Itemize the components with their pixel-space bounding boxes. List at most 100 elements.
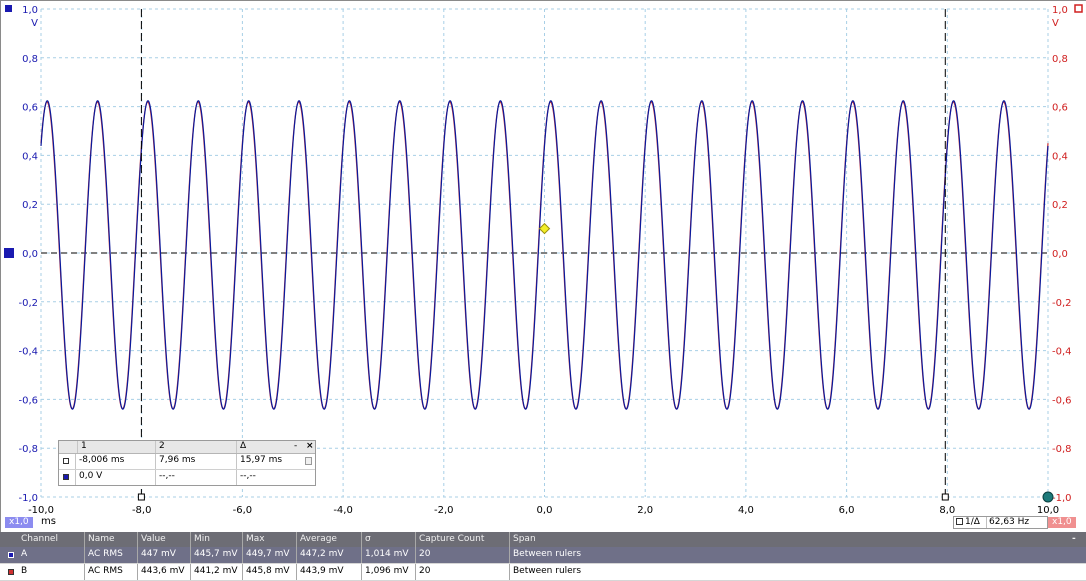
row-b-name: AC RMS bbox=[84, 564, 137, 580]
row-b-channel: B bbox=[21, 566, 28, 576]
right-y-tick-label: -0,2 bbox=[1052, 298, 1072, 309]
x-axis-labels: -10,0 -8,0 -6,0 -4,0 -2,0 0,0 2,0 4,0 6,0 8,0 10,0 bbox=[28, 505, 1059, 516]
ruler-2-volt: --,-- bbox=[155, 470, 236, 485]
freq-value: 62,63 Hz bbox=[986, 517, 1046, 528]
right-y-tick-label: 0,2 bbox=[1052, 200, 1068, 211]
col-min[interactable]: Min bbox=[190, 532, 242, 547]
row-b-capture-count: 20 bbox=[415, 564, 509, 580]
row-a-channel: A bbox=[21, 549, 28, 559]
time-ruler-handle-1[interactable] bbox=[137, 493, 145, 501]
ruler-col-2: 2 bbox=[155, 441, 236, 453]
freq-label: 1/Δ bbox=[956, 517, 980, 528]
row-b-average: 443,9 mV bbox=[296, 564, 361, 580]
left-y-tick-label: -0,6 bbox=[18, 395, 38, 406]
col-value[interactable]: Value bbox=[137, 532, 190, 547]
channel-a-offset-marker-icon bbox=[4, 248, 14, 258]
left-axis-labels: 1,0 0,8 0,6 0,4 0,2 0,0 -0,2 -0,4 -0,6 -0,8 -1,0 V bbox=[18, 5, 38, 504]
freq-label-text: 1/Δ bbox=[965, 517, 980, 527]
col-sigma[interactable]: σ bbox=[361, 532, 415, 547]
col-span[interactable]: Span bbox=[509, 532, 1069, 547]
time-ruler-handle-2[interactable] bbox=[941, 493, 949, 501]
left-y-tick-label: 0,8 bbox=[22, 54, 38, 65]
x-tick-label: -4,0 bbox=[333, 505, 353, 516]
col-capture-count[interactable]: Capture Count bbox=[415, 532, 509, 547]
left-y-tick-label: 0,0 bbox=[22, 249, 38, 260]
row-a-name: AC RMS bbox=[84, 547, 137, 563]
channel-b-zoom-chip[interactable]: x1,0 bbox=[1048, 517, 1076, 528]
channel-b-square-icon bbox=[1074, 4, 1083, 13]
col-name[interactable]: Name bbox=[84, 532, 137, 547]
trigger-marker-icon bbox=[538, 222, 551, 235]
right-y-tick-label: 0,8 bbox=[1052, 54, 1068, 65]
ruler-delta-volt: --,-- bbox=[236, 470, 315, 485]
waveform-channel-a bbox=[40, 100, 1049, 410]
row-b-min: 441,2 mV bbox=[190, 564, 242, 580]
x-tick-label: -8,0 bbox=[132, 505, 152, 516]
col-average[interactable]: Average bbox=[296, 532, 361, 547]
table-row[interactable]: A AC RMS 447 mV 445,7 mV 449,7 mV 447,2 … bbox=[0, 547, 1086, 564]
x-tick-label: -6,0 bbox=[233, 505, 253, 516]
row-a-span: Between rulers bbox=[509, 547, 1086, 563]
x-tick-label: -10,0 bbox=[28, 505, 54, 516]
left-y-tick-label: 1,0 bbox=[22, 5, 38, 16]
zoom-origin-handle-icon[interactable] bbox=[1042, 491, 1054, 503]
col-channel[interactable]: Channel bbox=[0, 532, 84, 547]
left-y-tick-label: 0,6 bbox=[22, 103, 38, 114]
x-tick-label: 2,0 bbox=[637, 505, 653, 516]
ruler-volt-row: 0,0 V --,-- --,-- bbox=[59, 470, 315, 485]
collapse-table-button[interactable]: - bbox=[1069, 532, 1086, 547]
row-a-average: 447,2 mV bbox=[296, 547, 361, 563]
right-axis-unit: V bbox=[1052, 18, 1059, 29]
right-y-tick-label: -0,6 bbox=[1052, 395, 1072, 406]
row-b-sigma: 1,096 mV bbox=[361, 564, 415, 580]
waveforms bbox=[40, 100, 1049, 410]
table-row[interactable]: B AC RMS 443,6 mV 441,2 mV 445,8 mV 443,… bbox=[0, 564, 1086, 581]
left-y-tick-label: 0,4 bbox=[22, 151, 38, 162]
x-tick-label: 4,0 bbox=[738, 505, 754, 516]
row-a-sigma: 1,014 mV bbox=[361, 547, 415, 563]
ruler-time-row: -8,006 ms 7,96 ms 15,97 ms bbox=[59, 454, 315, 470]
row-b-value: 443,6 mV bbox=[137, 564, 190, 580]
lock-icon[interactable] bbox=[305, 457, 312, 465]
row-b-max: 445,8 mV bbox=[242, 564, 296, 580]
channel-a-square-icon bbox=[5, 5, 12, 12]
channel-a-zoom-chip[interactable]: x1,0 bbox=[5, 517, 33, 528]
ruler-col-delta: Δ bbox=[236, 441, 291, 453]
ruler-legend-header: 1 2 Δ - × bbox=[59, 441, 315, 454]
x-tick-label: -2,0 bbox=[434, 505, 454, 516]
row-a-min: 445,7 mV bbox=[190, 547, 242, 563]
channel-a-square-icon bbox=[63, 474, 69, 480]
row-a-max: 449,7 mV bbox=[242, 547, 296, 563]
ruler-delta-time: 15,97 ms bbox=[236, 454, 315, 469]
right-y-tick-label: 0,4 bbox=[1052, 151, 1068, 162]
left-axis-unit: V bbox=[31, 18, 38, 29]
x-axis-unit: ms bbox=[41, 516, 56, 527]
ruler-1-time: -8,006 ms bbox=[75, 454, 155, 469]
left-y-tick-label: -0,8 bbox=[18, 444, 38, 455]
right-y-tick-label: -1,0 bbox=[1052, 493, 1072, 504]
ruler-1-volt: 0,0 V bbox=[75, 470, 155, 485]
x-tick-label: 0,0 bbox=[537, 505, 553, 516]
measurements-header-row: Channel Name Value Min Max Average σ Cap… bbox=[0, 532, 1086, 547]
right-y-tick-label: -0,4 bbox=[1052, 347, 1072, 358]
right-y-tick-label: 1,0 bbox=[1052, 5, 1068, 16]
left-y-tick-label: -0,4 bbox=[18, 347, 38, 358]
ruler-frequency-box: 1/Δ 62,63 Hz bbox=[953, 516, 1048, 529]
grid bbox=[40, 8, 1049, 498]
row-b-span: Between rulers bbox=[509, 564, 1086, 580]
ruler-legend-close-button[interactable]: × bbox=[303, 441, 315, 453]
measurements-table: Channel Name Value Min Max Average σ Cap… bbox=[0, 532, 1086, 581]
ruler-legend-minimize-button[interactable]: - bbox=[291, 441, 303, 453]
row-a-capture-count: 20 bbox=[415, 547, 509, 563]
left-y-tick-label: -0,2 bbox=[18, 298, 38, 309]
right-axis-labels: 1,0 0,8 0,6 0,4 0,2 0,0 -0,2 -0,4 -0,6 -0,8 -1,0 V bbox=[1052, 5, 1072, 504]
right-y-tick-label: 0,6 bbox=[1052, 103, 1068, 114]
right-y-tick-label: -0,8 bbox=[1052, 444, 1072, 455]
x-tick-label: 8,0 bbox=[939, 505, 955, 516]
x-tick-label: 6,0 bbox=[839, 505, 855, 516]
col-max[interactable]: Max bbox=[242, 532, 296, 547]
time-ruler-icon bbox=[63, 458, 69, 464]
row-a-value: 447 mV bbox=[137, 547, 190, 563]
x-tick-label: 10,0 bbox=[1037, 505, 1059, 516]
ruler-legend[interactable]: 1 2 Δ - × -8,006 ms 7,96 ms 15,97 ms 0,0… bbox=[58, 440, 316, 486]
